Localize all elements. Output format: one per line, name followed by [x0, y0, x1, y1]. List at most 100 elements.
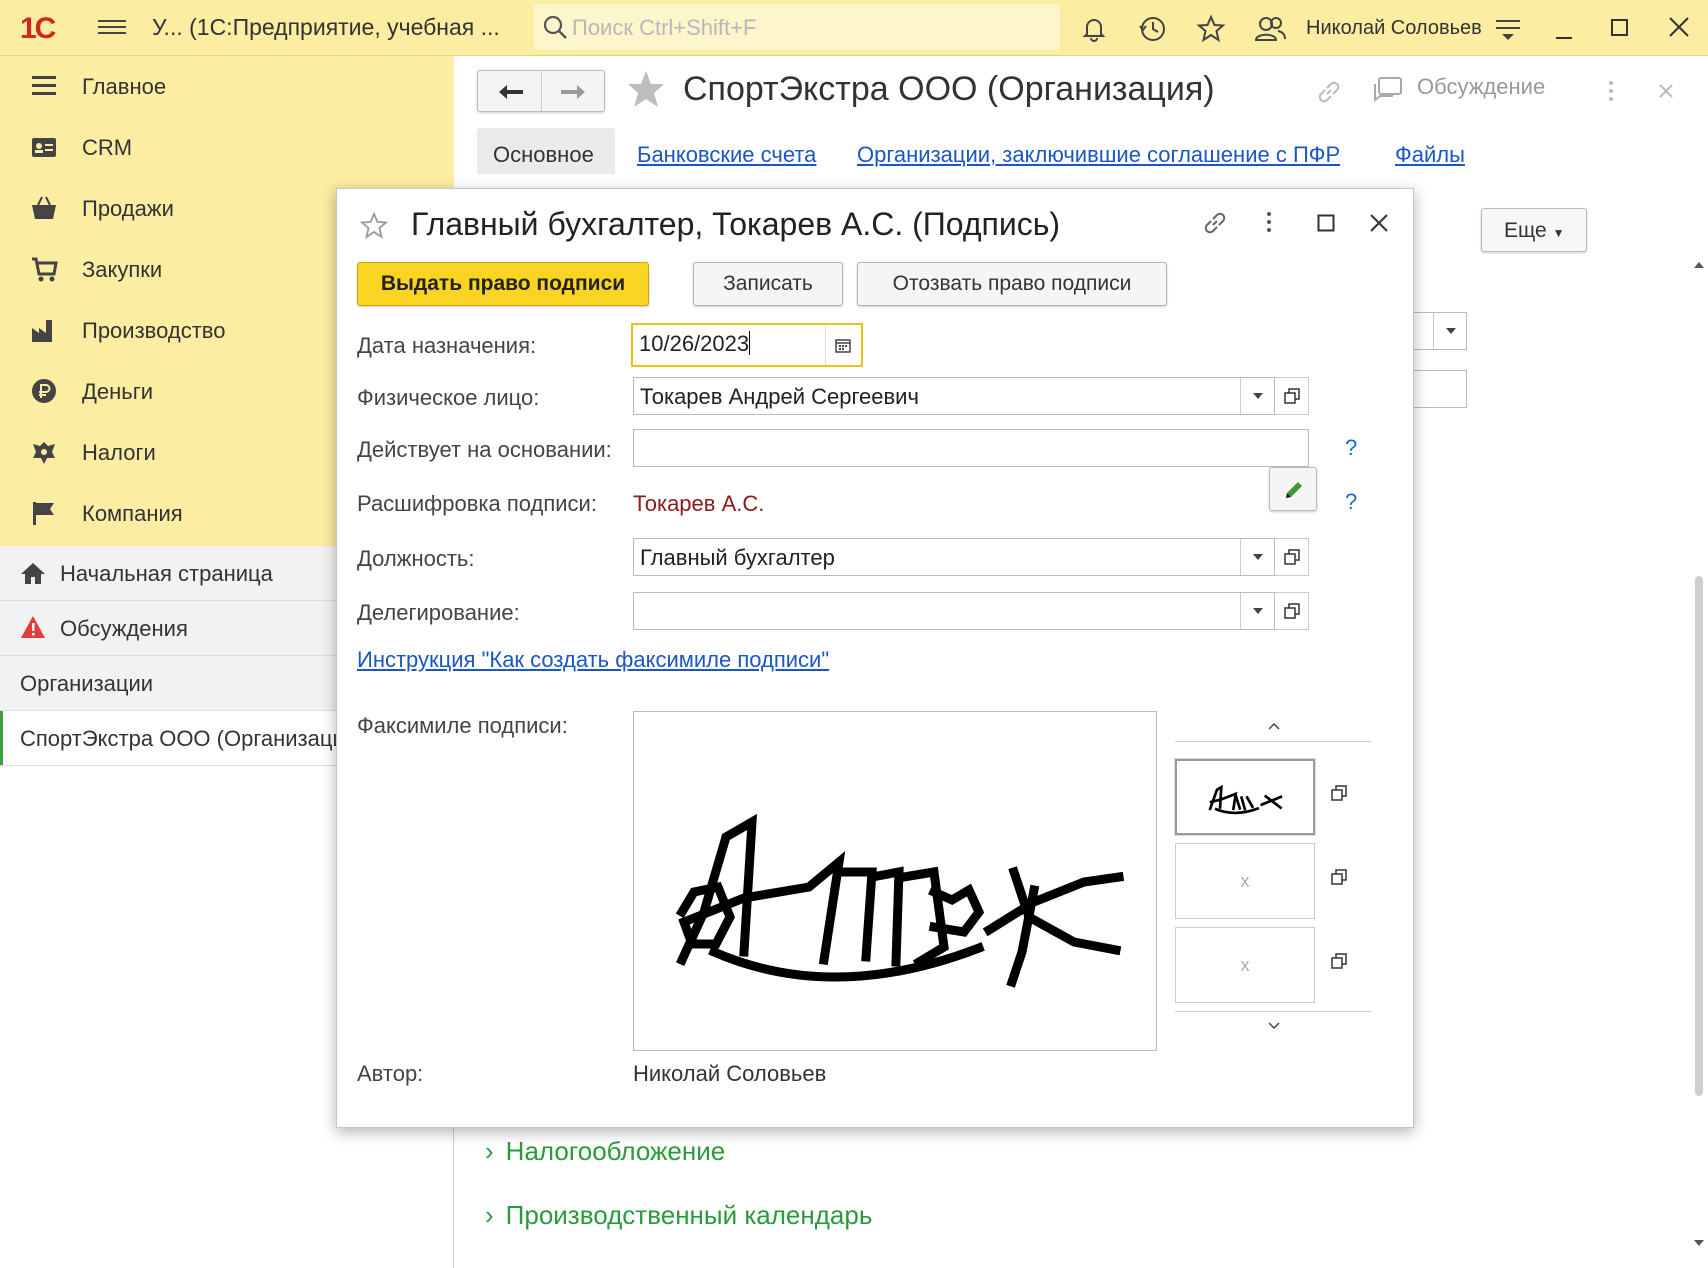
bell-icon[interactable] [1080, 14, 1108, 42]
position-value: Главный бухгалтер [640, 545, 835, 570]
search-input[interactable]: Поиск Ctrl+Shift+F [534, 4, 1060, 50]
close-form-icon[interactable] [1659, 84, 1673, 98]
open-thumbnail-2[interactable] [1331, 869, 1347, 890]
maximize-icon[interactable] [1317, 214, 1335, 232]
basis-help-icon[interactable]: ? [1345, 435, 1357, 461]
grant-signature-button[interactable]: Выдать право подписи [357, 262, 649, 306]
signature-image [675, 813, 1125, 988]
edit-decode-button[interactable] [1269, 467, 1317, 511]
emblem-icon [33, 442, 55, 464]
chevron-down-icon: ▼ [1552, 226, 1565, 240]
active-marker [0, 711, 3, 765]
minimize-icon[interactable] [1554, 24, 1574, 40]
more-vertical-icon[interactable] [1265, 211, 1273, 233]
tab-pfr-organizations[interactable]: Организации, заключившие соглашение с ПФ… [857, 128, 1356, 174]
facsimile-instruction-link[interactable]: Инструкция "Как создать факсимиле подпис… [357, 647, 829, 673]
basket-icon [32, 196, 56, 219]
group-taxation[interactable]: › Налогообложение [485, 1136, 725, 1167]
chevron-up-icon[interactable] [1267, 721, 1281, 731]
thumbs-top-divider [1175, 741, 1371, 742]
nav-separator [541, 71, 542, 111]
date-value: 10/26/2023 [639, 331, 750, 356]
thumbs-bottom-divider [1175, 1011, 1371, 1012]
group-calendar[interactable]: › Производственный календарь [485, 1200, 872, 1231]
users-icon[interactable] [1254, 14, 1286, 44]
basis-field[interactable] [633, 429, 1309, 467]
more-vertical-icon[interactable] [1607, 80, 1615, 102]
section-label: CRM [82, 135, 133, 160]
favorite-star-icon[interactable] [359, 211, 389, 241]
top-bar: 1С У... (1С:Предприятие, учебная ... Пои… [0, 0, 1708, 56]
section-label: Производство [82, 318, 226, 343]
factory-icon [32, 320, 52, 342]
calendar-icon[interactable] [835, 337, 851, 353]
open-thumbnail-1[interactable] [1331, 785, 1347, 806]
position-field[interactable]: Главный бухгалтер [633, 538, 1275, 576]
app-logo[interactable]: 1С [20, 12, 56, 46]
discussion-button[interactable]: Обсуждение [1417, 74, 1545, 100]
nav-organizations-label: Организации [20, 671, 154, 696]
section-label: Деньги [82, 379, 154, 404]
chevron-down-icon[interactable] [1433, 313, 1467, 349]
main-menu-icon[interactable] [98, 16, 126, 38]
chevron-down-icon[interactable] [1267, 1021, 1281, 1031]
section-main[interactable]: Главное [0, 58, 454, 114]
chevron-down-icon[interactable] [1240, 539, 1274, 575]
settings-menu-icon[interactable] [1494, 16, 1522, 44]
history-nav [477, 70, 605, 112]
facsimile-image[interactable] [633, 711, 1157, 1051]
open-window-icon [1284, 388, 1300, 404]
revoke-signature-button[interactable]: Отозвать право подписи [857, 262, 1167, 306]
favorites-star-icon[interactable] [1196, 14, 1226, 44]
open-delegation-button[interactable] [1275, 592, 1309, 630]
decode-help-icon[interactable]: ? [1345, 489, 1357, 515]
user-name[interactable]: Николай Соловьев [1306, 17, 1482, 40]
tab-files[interactable]: Файлы [1395, 128, 1481, 174]
more-label: Еще [1504, 219, 1547, 242]
thumbnail-2[interactable]: х [1175, 843, 1315, 919]
delegation-field[interactable] [633, 592, 1275, 630]
thumbnail-3[interactable]: х [1175, 927, 1315, 1003]
save-button[interactable]: Записать [693, 262, 843, 306]
facsimile-label: Факсимиле подписи: [357, 713, 568, 738]
open-person-button[interactable] [1275, 377, 1309, 415]
person-label: Физическое лицо: [357, 385, 540, 410]
ruble-icon [32, 379, 56, 403]
basis-label: Действует на основании: [357, 437, 612, 462]
tab-bank-accounts[interactable]: Банковские счета [637, 128, 832, 174]
scroll-down-icon[interactable] [1694, 1240, 1704, 1246]
history-icon[interactable] [1138, 14, 1168, 44]
maximize-icon[interactable] [1610, 18, 1630, 38]
group-label: Производственный календарь [505, 1200, 873, 1230]
section-crm[interactable]: CRM [0, 119, 454, 175]
section-label: Продажи [82, 196, 174, 221]
close-window-icon[interactable] [1668, 16, 1690, 38]
forward-arrow-icon[interactable] [560, 83, 586, 101]
discussion-icon[interactable] [1373, 76, 1403, 104]
section-label: Закупки [82, 257, 163, 282]
close-icon[interactable] [1369, 213, 1389, 233]
thumbnail-1[interactable] [1174, 758, 1316, 836]
pencil-icon [1286, 482, 1302, 498]
date-field[interactable]: 10/26/2023 [631, 323, 863, 367]
link-icon[interactable] [1315, 78, 1343, 106]
author-value: Николай Соловьев [633, 1061, 827, 1086]
scroll-thumb[interactable] [1695, 576, 1703, 1096]
back-arrow-icon[interactable] [498, 83, 524, 101]
open-thumbnail-3[interactable] [1331, 953, 1347, 974]
link-icon[interactable] [1201, 209, 1229, 237]
vertical-scrollbar[interactable] [1693, 262, 1705, 1246]
chevron-down-icon[interactable] [1240, 593, 1274, 629]
open-position-button[interactable] [1275, 538, 1309, 576]
delegation-label: Делегирование: [357, 600, 520, 625]
section-label: Налоги [82, 440, 156, 465]
chevron-down-icon[interactable] [1240, 378, 1274, 414]
date-label: Дата назначения: [357, 333, 537, 358]
field-separator [825, 325, 826, 365]
person-field[interactable]: Токарев Андрей Сергеевич [633, 377, 1275, 415]
section-label: Главное [82, 74, 167, 99]
more-button[interactable]: Еще ▼ [1481, 208, 1587, 252]
favorite-star-icon[interactable] [625, 68, 667, 110]
tab-main[interactable]: Основное [477, 128, 615, 174]
scroll-up-icon[interactable] [1694, 262, 1704, 268]
